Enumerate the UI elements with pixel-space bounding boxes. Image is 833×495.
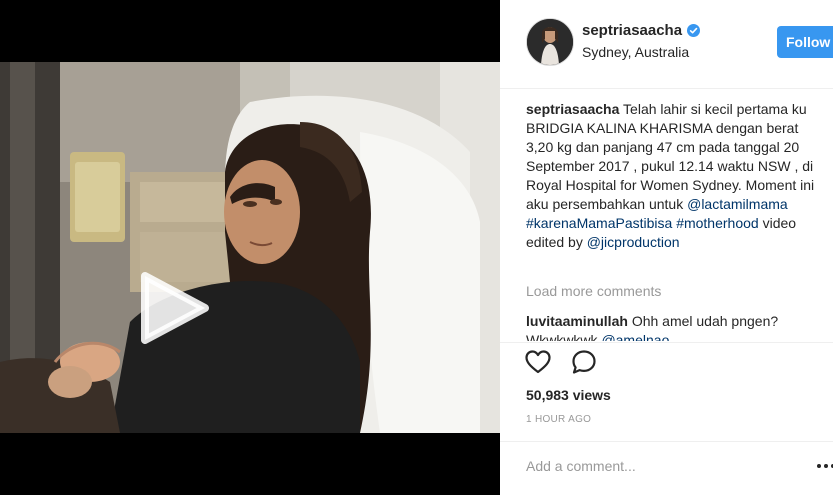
post-location[interactable]: Sydney, Australia [582,44,689,60]
post-time[interactable]: 1 HOUR AGO [526,414,591,425]
video-frame[interactable] [0,62,500,433]
add-comment-divider [500,441,833,442]
caption-mention-lactamilmama[interactable]: @lactamilmama [687,196,788,212]
post-username[interactable]: septriasaacha [582,22,682,39]
comment-username[interactable]: luvitaaminullah [526,313,628,329]
caption-username[interactable]: septriasaacha [526,101,619,117]
comment-icon [572,350,596,374]
like-button[interactable] [524,348,552,376]
verified-badge-icon [687,24,701,37]
caption-hashtag-karenamamapastibisa[interactable]: #karenaMamaPastibisa [526,215,672,231]
post-side-panel: septriasaacha Sydney, Australia Follow s… [500,0,833,495]
username-row: septriasaacha [582,22,701,39]
follow-button[interactable]: Follow [777,26,833,58]
play-icon [141,272,209,344]
avatar[interactable] [526,18,574,66]
video-still [0,62,500,433]
post-header: septriasaacha Sydney, Australia Follow [500,0,833,89]
comment-item: luvitaaminullah Ohh amel udah pngen? Wkw… [526,312,826,341]
comment-button[interactable] [570,348,598,376]
view-count[interactable]: 50,983 views [526,387,611,403]
post-media[interactable] [0,0,500,495]
caption: septriasaacha Telah lahir si kecil perta… [526,100,826,252]
more-dots-icon [817,464,833,468]
play-button[interactable] [139,272,211,344]
load-more-comments[interactable]: Load more comments [526,283,661,299]
avatar-image [527,19,573,65]
heart-icon [525,350,551,374]
add-comment-input[interactable] [526,452,806,480]
more-options-button[interactable] [816,458,833,474]
comment-mention[interactable]: @amelnao [601,332,669,341]
caption-mention-jicproduction[interactable]: @jicproduction [587,234,680,250]
caption-hashtag-motherhood[interactable]: #motherhood [676,215,759,231]
actions-divider [500,342,833,344]
